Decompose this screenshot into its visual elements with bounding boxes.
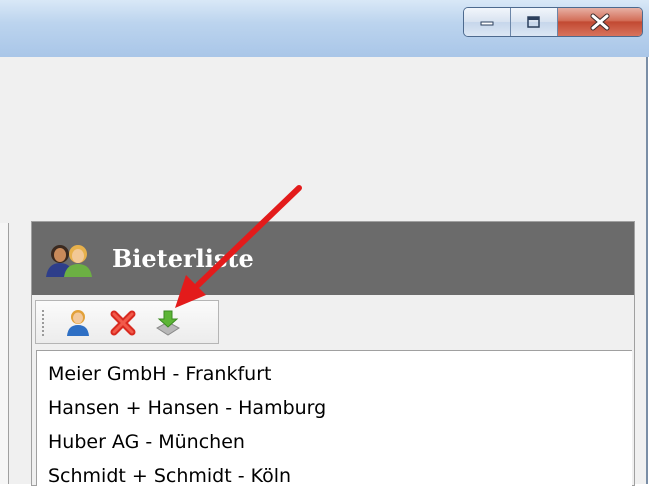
maximize-icon: [527, 16, 540, 28]
list-item[interactable]: Hansen + Hansen - Hamburg: [48, 391, 326, 425]
delete-x-icon: [110, 310, 136, 336]
add-bidder-button[interactable]: [63, 308, 93, 338]
window-titlebar: [0, 0, 649, 57]
panel-title: Bieterliste: [112, 244, 254, 273]
close-button[interactable]: [558, 8, 642, 36]
minimize-button[interactable]: [464, 8, 511, 36]
add-user-icon: [67, 310, 89, 336]
maximize-button[interactable]: [511, 8, 558, 36]
left-panel-edge: [0, 223, 9, 484]
panel-header: Bieterliste: [32, 222, 634, 295]
list-item[interactable]: Schmidt + Schmidt - Köln: [48, 459, 291, 493]
bidder-list: Meier GmbH - Frankfurt Hansen + Hansen -…: [36, 350, 632, 487]
toolbar-row: [32, 295, 634, 350]
close-icon: [590, 13, 610, 31]
list-item[interactable]: Meier GmbH - Frankfurt: [48, 357, 271, 391]
bieterliste-panel: Bieterliste Meier GmbH - Frankfurt Hanse…: [31, 221, 635, 487]
minimize-icon: [480, 21, 494, 26]
list-item[interactable]: Huber AG - München: [48, 425, 245, 459]
import-download-icon: [156, 310, 180, 336]
window-controls: [463, 7, 643, 37]
users-icon: [46, 245, 92, 277]
import-bidders-button[interactable]: [153, 308, 183, 338]
panel-toolbar: [35, 300, 219, 344]
delete-bidder-button[interactable]: [108, 308, 138, 338]
toolbar-grip[interactable]: [42, 310, 47, 336]
